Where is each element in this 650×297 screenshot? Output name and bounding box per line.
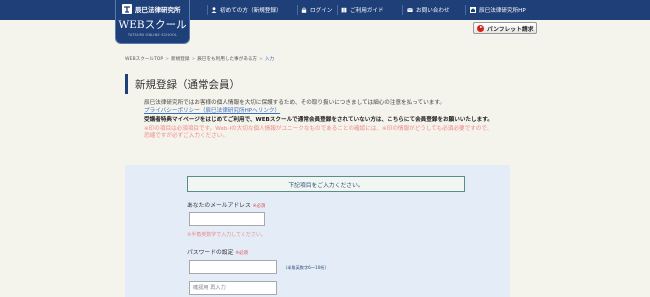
email-hint: ※半角英数字で入力してください。 xyxy=(187,232,266,238)
nav-label: ご利用ガイド xyxy=(350,8,384,14)
person-icon xyxy=(211,7,217,13)
nav-contact[interactable]: お問い合わせ xyxy=(407,0,450,20)
form-notice: 下記項目をご入力ください。 xyxy=(187,176,465,192)
nav-company-site[interactable]: 辰巳法律研究所HP xyxy=(470,0,526,20)
breadcrumb-returning-user[interactable]: 辰巳をも利用した事がある方 xyxy=(197,57,257,62)
nav-label: 初めての方（新規登録） xyxy=(220,8,282,14)
breadcrumb-separator: > xyxy=(165,57,170,62)
email-label: あなたのメールアドレス ※必須 xyxy=(187,200,265,209)
pamphlet-label: パンフレット請求 xyxy=(487,26,534,33)
required-mark: ※必須 xyxy=(252,204,266,209)
brand-row: 辰巳法律研究所 xyxy=(122,4,181,14)
password-field[interactable] xyxy=(189,260,277,274)
lock-icon xyxy=(301,7,307,13)
product-name: WEBスクール xyxy=(118,19,187,31)
breadcrumb-current: 入力 xyxy=(264,57,275,62)
nav-new-registration[interactable]: 初めての方（新規登録） xyxy=(211,0,282,20)
nav-divider xyxy=(402,5,403,15)
breadcrumb-separator: > xyxy=(191,57,196,62)
breadcrumb-new-registration[interactable]: 新規登録 xyxy=(171,57,189,62)
home-icon xyxy=(470,7,476,13)
member-note-text: 受講者特典マイページをはじめてご利用で、WEBスクールで通常会員登録をされていな… xyxy=(144,117,493,123)
breadcrumb-separator: > xyxy=(259,57,263,62)
breadcrumb: WEBスクールTOP > 新規登録 > 辰巳をも利用した事がある方 > 入力 xyxy=(125,56,274,62)
nav-divider xyxy=(297,5,298,15)
nav-label: お問い合わせ xyxy=(416,8,450,14)
nav-divider xyxy=(207,5,208,15)
breadcrumb-home[interactable]: WEBスクールTOP xyxy=(125,57,163,62)
password-label-text: パスワードの設定 xyxy=(187,250,234,256)
book-icon xyxy=(341,7,347,13)
email-field[interactable] xyxy=(189,212,265,226)
emblem-icon xyxy=(122,4,132,14)
nav-user-guide[interactable]: ご利用ガイド xyxy=(341,0,384,20)
privacy-policy-link[interactable]: プライバシーポリシー（辰巳法律研究所HPへリンク） xyxy=(144,108,280,116)
pamphlet-request-button[interactable]: パンフレット請求 xyxy=(473,22,537,34)
password-label: パスワードの設定 ※必須 xyxy=(187,247,248,256)
site-logo[interactable]: 辰巳法律研究所 WEBスクール TATSUMI ONLINE SCHOOL xyxy=(115,0,190,44)
brand-tagline: TATSUMI ONLINE SCHOOL xyxy=(127,33,178,37)
password-confirm-field[interactable] xyxy=(189,281,277,295)
nav-divider xyxy=(465,5,466,15)
nav-label: ログイン xyxy=(310,8,333,14)
brand-name: 辰巳法律研究所 xyxy=(135,6,181,14)
page-title: 新規登録（通常会員） xyxy=(125,74,525,94)
required-mark: ※必須 xyxy=(235,251,248,256)
email-label-text: あなたのメールアドレス xyxy=(187,203,251,209)
privacy-intro-text: 辰巳法律研究所ではお客様の個人情報を大切に保護するため、その取り扱いにつきまして… xyxy=(144,100,445,106)
warning-text: 恐縮ですが必ずご入力ください。 xyxy=(144,133,228,139)
nav-login[interactable]: ログイン xyxy=(301,0,332,20)
play-icon xyxy=(477,24,484,32)
password-hint: （半角英数字6～10桁） xyxy=(283,265,329,270)
nav-label: 辰巳法律研究所HP xyxy=(479,8,526,14)
mail-icon xyxy=(407,8,413,12)
nav-divider xyxy=(337,5,338,15)
